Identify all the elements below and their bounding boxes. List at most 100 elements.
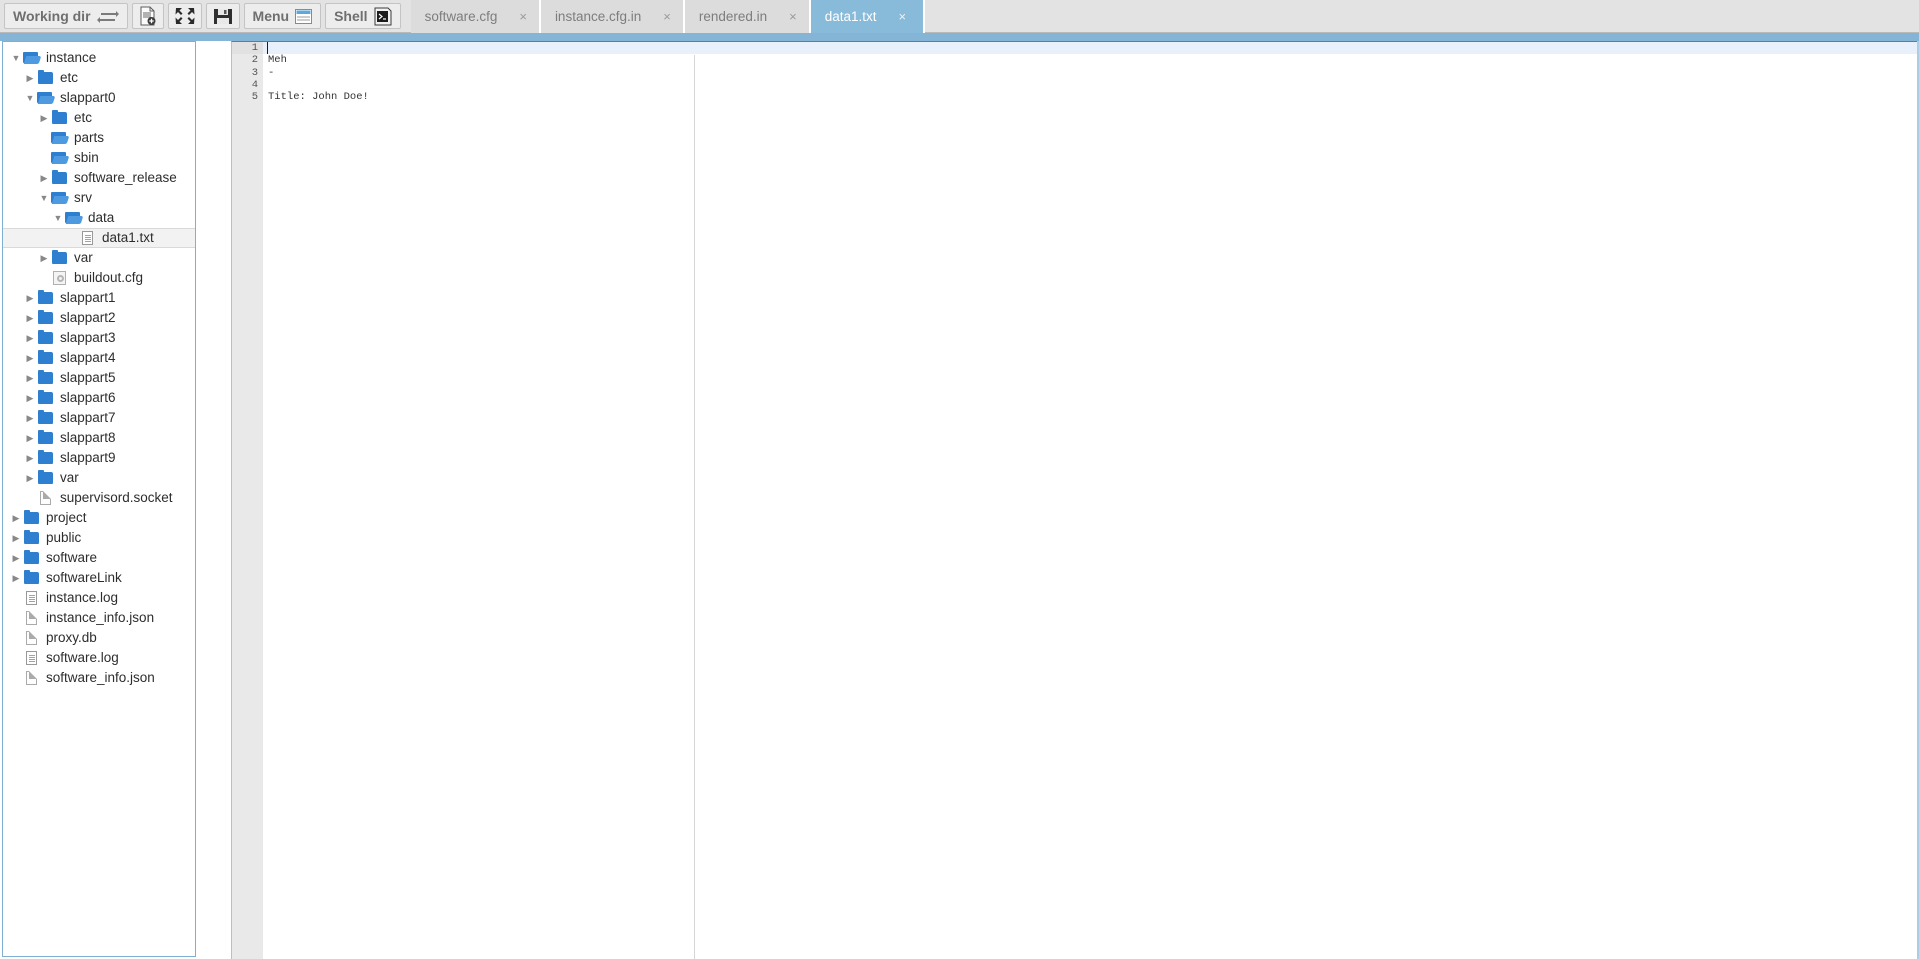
tree-item[interactable]: slappart8 [3, 428, 195, 448]
tree-item[interactable]: software.log [3, 648, 195, 668]
tree-item[interactable]: softwareLink [3, 568, 195, 588]
code-line[interactable]: Title: John Doe! [263, 91, 1919, 103]
save-button[interactable] [205, 3, 240, 29]
code-line[interactable]: Meh [263, 54, 1919, 66]
folder-open-icon [23, 50, 41, 66]
tree-item[interactable]: software_release [3, 168, 195, 188]
chevron-right-icon[interactable] [23, 428, 37, 448]
tree-item[interactable]: data [3, 208, 195, 228]
tree-item-label: instance.log [46, 590, 119, 605]
tree-item[interactable]: supervisord.socket [3, 488, 195, 508]
code-line[interactable]: - [263, 67, 1919, 79]
menu-button[interactable]: Menu [243, 3, 322, 29]
chevron-right-icon[interactable] [23, 468, 37, 488]
chevron-right-icon[interactable] [23, 408, 37, 428]
chevron-right-icon[interactable] [37, 248, 51, 268]
tree-item-label: instance [46, 50, 97, 65]
chevron-right-icon[interactable] [9, 528, 23, 548]
chevron-down-icon[interactable] [23, 88, 37, 108]
chevron-right-icon[interactable] [37, 108, 51, 128]
tree-item[interactable]: parts [3, 128, 195, 148]
line-number: 2 [251, 54, 258, 67]
tree-item[interactable]: slappart5 [3, 368, 195, 388]
toolbar: Working dir Menu Shell software.cfg × in… [0, 0, 1919, 33]
tab-close-icon[interactable]: × [519, 10, 527, 23]
chevron-right-icon[interactable] [23, 308, 37, 328]
tree-item[interactable]: software [3, 548, 195, 568]
tree-item[interactable]: var [3, 248, 195, 268]
tree-item[interactable]: buildout.cfg [3, 268, 195, 288]
tree-item[interactable]: slappart7 [3, 408, 195, 428]
tree-item-label: public [46, 530, 82, 545]
tree-item[interactable]: etc [3, 108, 195, 128]
code-line[interactable] [263, 42, 1919, 55]
tab-label: rendered.in [698, 9, 768, 24]
folder-open-icon [65, 210, 83, 226]
tab-close-icon[interactable]: × [899, 10, 907, 23]
tree-item-label: slappart3 [60, 330, 116, 345]
tab-close-icon[interactable]: × [789, 10, 797, 23]
tree-item[interactable]: slappart3 [3, 328, 195, 348]
chevron-right-icon[interactable] [23, 288, 37, 308]
tab-software-cfg[interactable]: software.cfg × [410, 0, 541, 33]
tab-instance-cfg-in[interactable]: instance.cfg.in × [540, 0, 685, 33]
tree-item[interactable]: proxy.db [3, 628, 195, 648]
chevron-right-icon[interactable] [37, 168, 51, 188]
chevron-right-icon[interactable] [23, 368, 37, 388]
line-number: 3 [251, 66, 258, 79]
chevron-right-icon[interactable] [23, 388, 37, 408]
shell-button[interactable]: Shell [325, 3, 401, 29]
line-number: 4 [251, 78, 258, 91]
collapse-arrows-icon [175, 7, 195, 25]
tree-item-label: sbin [74, 150, 99, 165]
chevron-down-icon[interactable] [9, 48, 23, 68]
tree-item[interactable]: srv [3, 188, 195, 208]
tree-item-label: softwareLink [46, 570, 122, 585]
tab-label: instance.cfg.in [554, 9, 642, 24]
tree-item[interactable]: var [3, 468, 195, 488]
tree-item[interactable]: etc [3, 68, 195, 88]
folder-open-icon [37, 90, 55, 106]
code-content[interactable]: Meh - Title: John Doe! [263, 42, 1919, 959]
new-file-button[interactable] [131, 3, 164, 29]
working-dir-button[interactable]: Working dir [4, 3, 128, 29]
tree-item[interactable]: instance_info.json [3, 608, 195, 628]
chevron-right-icon[interactable] [9, 548, 23, 568]
folder-closed-icon [37, 370, 55, 386]
code-editor[interactable]: 12345 Meh - Title: John Doe! [231, 41, 1919, 959]
tree-item[interactable]: slappart0 [3, 88, 195, 108]
chevron-right-icon[interactable] [9, 568, 23, 588]
chevron-down-icon[interactable] [37, 188, 51, 208]
tree-item[interactable]: instance.log [3, 588, 195, 608]
code-line[interactable] [263, 79, 1919, 91]
tree-item-label: software [46, 550, 98, 565]
tree-item[interactable]: instance [3, 48, 195, 68]
file-tree-panel[interactable]: instance etc slappart0 etc parts sbin software… [2, 41, 196, 957]
tree-item[interactable]: slappart9 [3, 448, 195, 468]
tab-data1-txt[interactable]: data1.txt × [810, 0, 925, 33]
tree-item[interactable]: slappart1 [3, 288, 195, 308]
chevron-down-icon[interactable] [51, 208, 65, 228]
tree-item[interactable]: public [3, 528, 195, 548]
tree-item-label: slappart1 [60, 290, 116, 305]
collapse-button[interactable] [167, 3, 202, 29]
folder-closed-icon [37, 410, 55, 426]
tab-close-icon[interactable]: × [663, 10, 671, 23]
chevron-right-icon[interactable] [23, 328, 37, 348]
tree-item[interactable]: slappart6 [3, 388, 195, 408]
chevron-right-icon[interactable] [23, 348, 37, 368]
tree-item[interactable]: slappart2 [3, 308, 195, 328]
tab-rendered-in[interactable]: rendered.in × [684, 0, 811, 33]
tree-item[interactable]: sbin [3, 148, 195, 168]
tree-item-label: etc [74, 110, 93, 125]
tree-item[interactable]: project [3, 508, 195, 528]
tree-item-selected[interactable]: data1.txt [3, 228, 195, 248]
tree-item[interactable]: software_info.json [3, 668, 195, 688]
tree-item-label: slappart8 [60, 430, 116, 445]
tree-item-label: software_info.json [46, 670, 155, 685]
tree-item[interactable]: slappart4 [3, 348, 195, 368]
chevron-right-icon[interactable] [23, 448, 37, 468]
chevron-right-icon[interactable] [9, 508, 23, 528]
folder-closed-icon [37, 350, 55, 366]
chevron-right-icon[interactable] [23, 68, 37, 88]
